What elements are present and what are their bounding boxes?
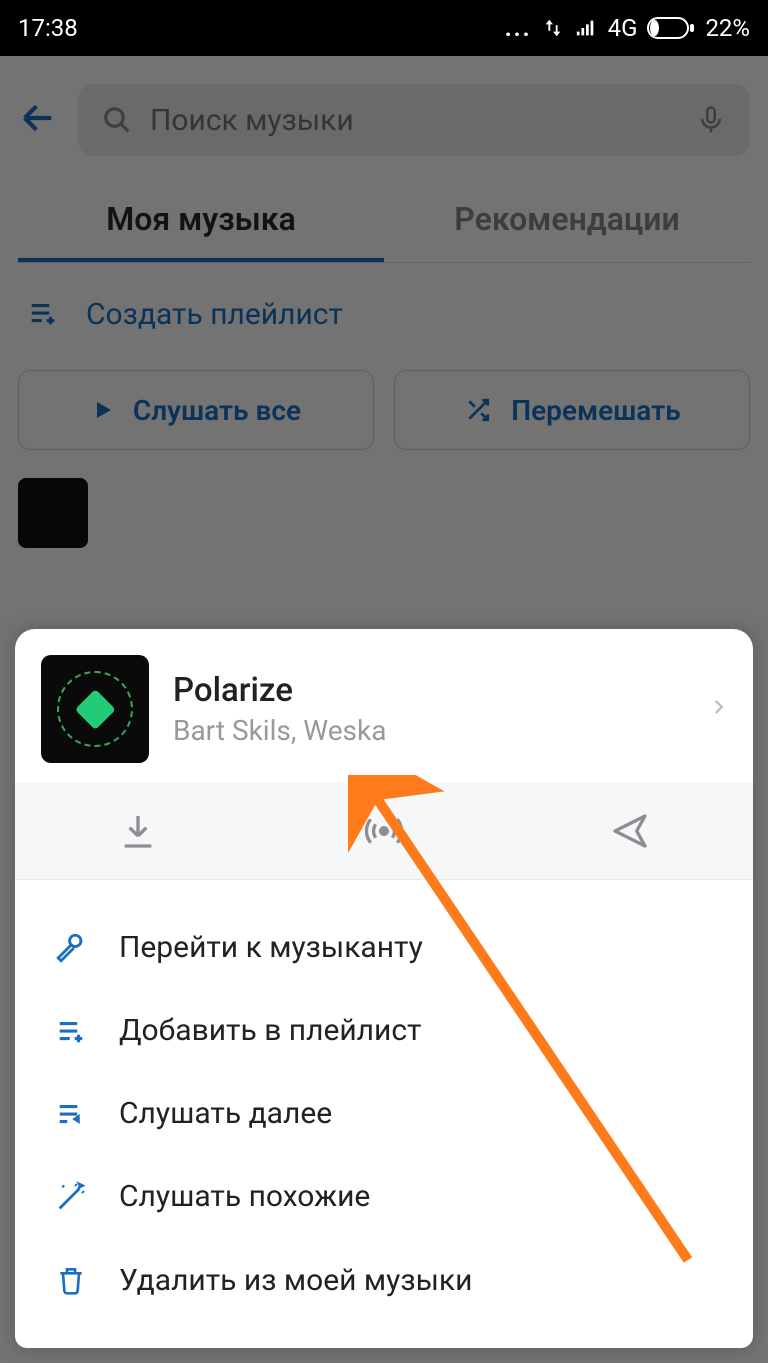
broadcast-icon <box>360 811 408 851</box>
status-time: 17:38 <box>18 14 78 42</box>
battery-pct: 22% <box>705 14 750 42</box>
menu-play-next[interactable]: Слушать далее <box>15 1072 753 1155</box>
chevron-right-icon <box>709 692 727 726</box>
network-label: 4G <box>608 14 638 42</box>
menu-play-next-label: Слушать далее <box>119 1096 332 1131</box>
status-right: ... 4G 22% <box>505 14 750 42</box>
status-bar: 17:38 ... 4G 22% <box>0 0 768 56</box>
broadcast-button[interactable] <box>261 783 507 879</box>
download-button[interactable] <box>15 783 261 879</box>
menu-delete[interactable]: Удалить из моей музыки <box>15 1238 753 1322</box>
album-cover <box>41 655 149 763</box>
menu-add-playlist[interactable]: Добавить в плейлист <box>15 989 753 1072</box>
share-button[interactable] <box>507 783 753 879</box>
menu-similar-label: Слушать похожие <box>119 1179 370 1214</box>
bottom-sheet: Polarize Bart Skils, Weska Перейти к муз… <box>15 629 753 1348</box>
menu-artist[interactable]: Перейти к музыканту <box>15 906 753 989</box>
menu-artist-label: Перейти к музыканту <box>119 930 423 965</box>
magic-wand-icon <box>51 1180 91 1214</box>
menu-similar[interactable]: Слушать похожие <box>15 1155 753 1238</box>
sheet-header[interactable]: Polarize Bart Skils, Weska <box>15 629 753 783</box>
status-more-icon: ... <box>505 14 532 42</box>
download-icon <box>118 811 158 851</box>
trash-icon <box>51 1262 91 1298</box>
play-next-icon <box>51 1099 91 1129</box>
share-icon <box>606 811 654 851</box>
signal-icon <box>574 17 598 39</box>
playlist-add-icon <box>51 1016 91 1046</box>
menu-delete-label: Удалить из моей музыки <box>119 1263 472 1298</box>
menu-list: Перейти к музыканту Добавить в плейлист … <box>15 880 753 1348</box>
menu-add-playlist-label: Добавить в плейлист <box>119 1013 421 1048</box>
track-title: Polarize <box>173 671 685 710</box>
track-artist: Bart Skils, Weska <box>173 714 685 747</box>
battery-icon <box>647 17 695 39</box>
action-row <box>15 783 753 880</box>
data-arrows-icon <box>542 17 564 39</box>
mic-artist-icon <box>51 931 91 965</box>
